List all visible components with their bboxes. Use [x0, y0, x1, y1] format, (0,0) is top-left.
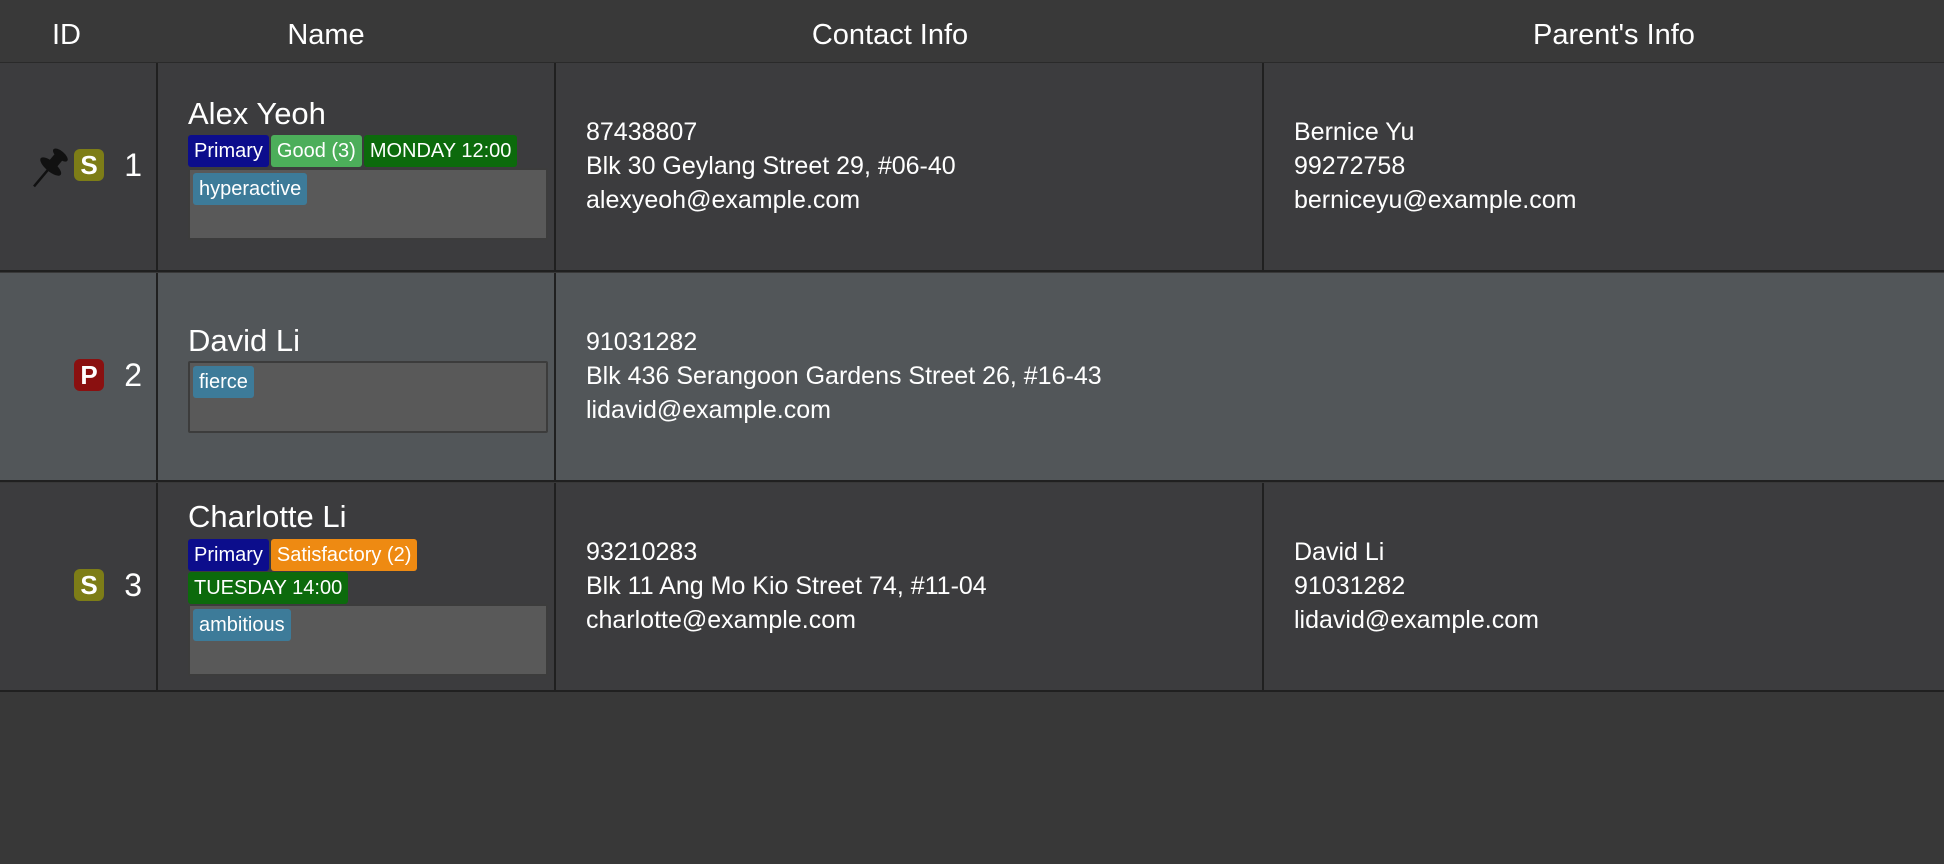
grade-tag: Satisfactory (2) [270, 539, 418, 571]
name-cell: David Li fierce [156, 273, 556, 480]
phone-text: 93210283 [586, 538, 698, 566]
lesson-time-tag: MONDAY 12:00 [363, 135, 518, 167]
student-table: ID Name Contact Info Parent's Info S 1 A… [0, 0, 1944, 864]
phone-text: 91031282 [586, 328, 698, 356]
header-id[interactable]: ID [0, 0, 133, 63]
contact-cell: 93210283 Blk 11 Ang Mo Kio Street 74, #1… [556, 483, 1262, 690]
table-header: ID Name Contact Info Parent's Info [0, 0, 1944, 63]
name-cell: Alex Yeoh Primary Good (3) MONDAY 12:00 … [156, 63, 556, 270]
header-contact-info[interactable]: Contact Info [556, 0, 1224, 63]
remark-tag: hyperactive [193, 173, 308, 205]
remark-tag: fierce [193, 366, 254, 398]
level-tag: Primary [188, 135, 269, 167]
name-cell: Charlotte Li Primary Satisfactory (2) TU… [156, 483, 556, 690]
remarks-box: hyperactive [188, 168, 548, 240]
phone-text: 87438807 [586, 118, 698, 146]
contact-cell: 87438807 Blk 30 Geylang Street 29, #06-4… [556, 63, 1262, 270]
address-text: Blk 11 Ang Mo Kio Street 74, #11-04 [586, 572, 987, 600]
level-badge: S [74, 149, 104, 181]
parent-phone-text: 91031282 [1294, 572, 1406, 600]
parent-cell: Bernice Yu 99272758 berniceyu@example.co… [1262, 63, 1944, 270]
id-cell: S 3 [0, 483, 156, 690]
email-text: alexyeoh@example.com [586, 186, 861, 214]
remarks-box: fierce [188, 361, 548, 433]
row-id: 2 [124, 357, 142, 393]
parent-name-text: David Li [1294, 538, 1385, 566]
level-badge: S [74, 569, 104, 601]
email-text: lidavid@example.com [586, 396, 831, 424]
table-row[interactable]: S 1 Alex Yeoh Primary Good (3) MONDAY 12… [0, 63, 1944, 272]
remark-tag: ambitious [193, 609, 291, 641]
tag-line: TUESDAY 14:00 [188, 572, 350, 604]
header-name[interactable]: Name [156, 0, 496, 63]
lesson-time-tag: TUESDAY 14:00 [188, 572, 349, 604]
parent-email-text: berniceyu@example.com [1294, 186, 1577, 214]
parent-cell: David Li 91031282 lidavid@example.com [1262, 483, 1944, 690]
row-id: 1 [124, 147, 142, 183]
address-text: Blk 436 Serangoon Gardens Street 26, #16… [586, 362, 1102, 390]
tag-line: Primary Good (3) MONDAY 12:00 [188, 135, 519, 167]
parent-phone-text: 99272758 [1294, 152, 1406, 180]
level-badge: P [74, 359, 104, 391]
table-row[interactable]: S 3 Charlotte Li Primary Satisfactory (2… [0, 483, 1944, 692]
address-text: Blk 30 Geylang Street 29, #06-40 [586, 152, 956, 180]
student-name: Alex Yeoh [188, 96, 326, 131]
id-cell: P 2 [0, 273, 156, 480]
email-text: charlotte@example.com [586, 606, 856, 634]
header-parents-info[interactable]: Parent's Info [1262, 0, 1944, 63]
student-name: David Li [188, 323, 300, 358]
grade-tag: Good (3) [270, 135, 362, 167]
student-name: Charlotte Li [188, 499, 347, 534]
table-row[interactable]: P 2 David Li fierce 91031282 Blk 436 Ser… [0, 273, 1944, 482]
id-cell: S 1 [0, 63, 156, 270]
remarks-box: ambitious [188, 604, 548, 676]
parent-name-text: Bernice Yu [1294, 118, 1415, 146]
level-tag: Primary [188, 539, 269, 571]
tag-line: Primary Satisfactory (2) [188, 539, 419, 571]
pin-icon [33, 148, 68, 188]
contact-cell: 91031282 Blk 436 Serangoon Gardens Stree… [556, 273, 1262, 480]
row-id: 3 [124, 567, 142, 603]
parent-email-text: lidavid@example.com [1294, 606, 1539, 634]
